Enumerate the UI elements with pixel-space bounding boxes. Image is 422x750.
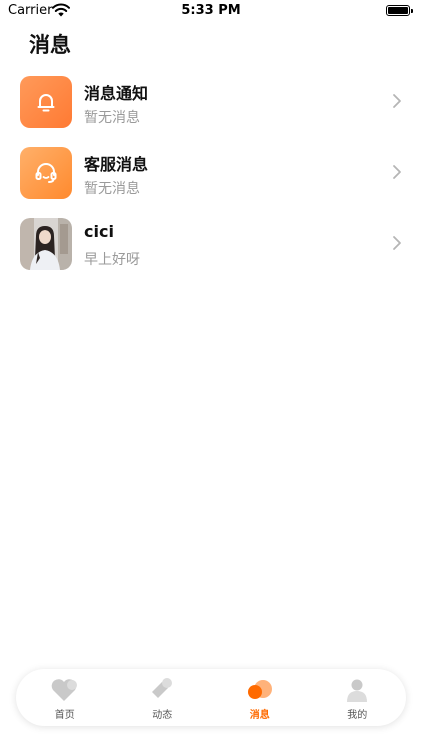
user-avatar: [20, 218, 72, 270]
battery-icon: [386, 5, 413, 16]
message-bubbles-icon: [247, 680, 272, 699]
tab-moments[interactable]: 动态: [114, 669, 212, 726]
chevron-right-icon: [393, 94, 401, 108]
notification-badge: [20, 76, 72, 128]
heart-icon: [51, 679, 77, 701]
tab-label: 我的: [347, 710, 368, 721]
bell-icon: [37, 94, 55, 112]
message-list: 消息通知 暂无消息 客服消息 暂无消息 cici 早上好呀: [0, 72, 422, 285]
chevron-right-icon: [393, 165, 401, 179]
tab-label: 首页: [54, 710, 75, 721]
status-time: 5:33 PM: [181, 3, 241, 18]
message-item-notifications[interactable]: 消息通知 暂无消息: [0, 72, 422, 143]
message-name: 消息通知: [84, 84, 149, 103]
tab-label: 消息: [249, 710, 270, 721]
message-name: cici: [84, 222, 114, 241]
message-preview: 暂无消息: [84, 181, 140, 197]
page-title: 消息: [29, 33, 71, 57]
tab-messages[interactable]: 消息: [211, 669, 309, 726]
tag-icon: [152, 678, 173, 698]
message-item-customer-service[interactable]: 客服消息 暂无消息: [0, 143, 422, 214]
tab-label: 动态: [152, 710, 173, 721]
customer-service-badge: [20, 147, 72, 199]
chevron-right-icon: [393, 236, 401, 250]
avatar-photo: [20, 218, 72, 270]
headset-icon: [35, 163, 57, 183]
message-item-cici[interactable]: cici 早上好呀: [0, 214, 422, 285]
tab-profile[interactable]: 我的: [309, 669, 407, 726]
message-preview: 暂无消息: [84, 110, 140, 126]
tab-home[interactable]: 首页: [16, 669, 114, 726]
status-bar: Carrier 5:33 PM: [0, 0, 422, 22]
person-icon: [347, 679, 368, 702]
bottom-tab-bar: 首页 动态 消息 我的: [16, 669, 406, 726]
message-name: 客服消息: [84, 155, 149, 174]
messages-screen: Carrier 5:33 PM 消息 消息通知 暂无消息 客服消息 暂无消息 c…: [0, 0, 422, 750]
message-preview: 早上好呀: [84, 252, 140, 268]
